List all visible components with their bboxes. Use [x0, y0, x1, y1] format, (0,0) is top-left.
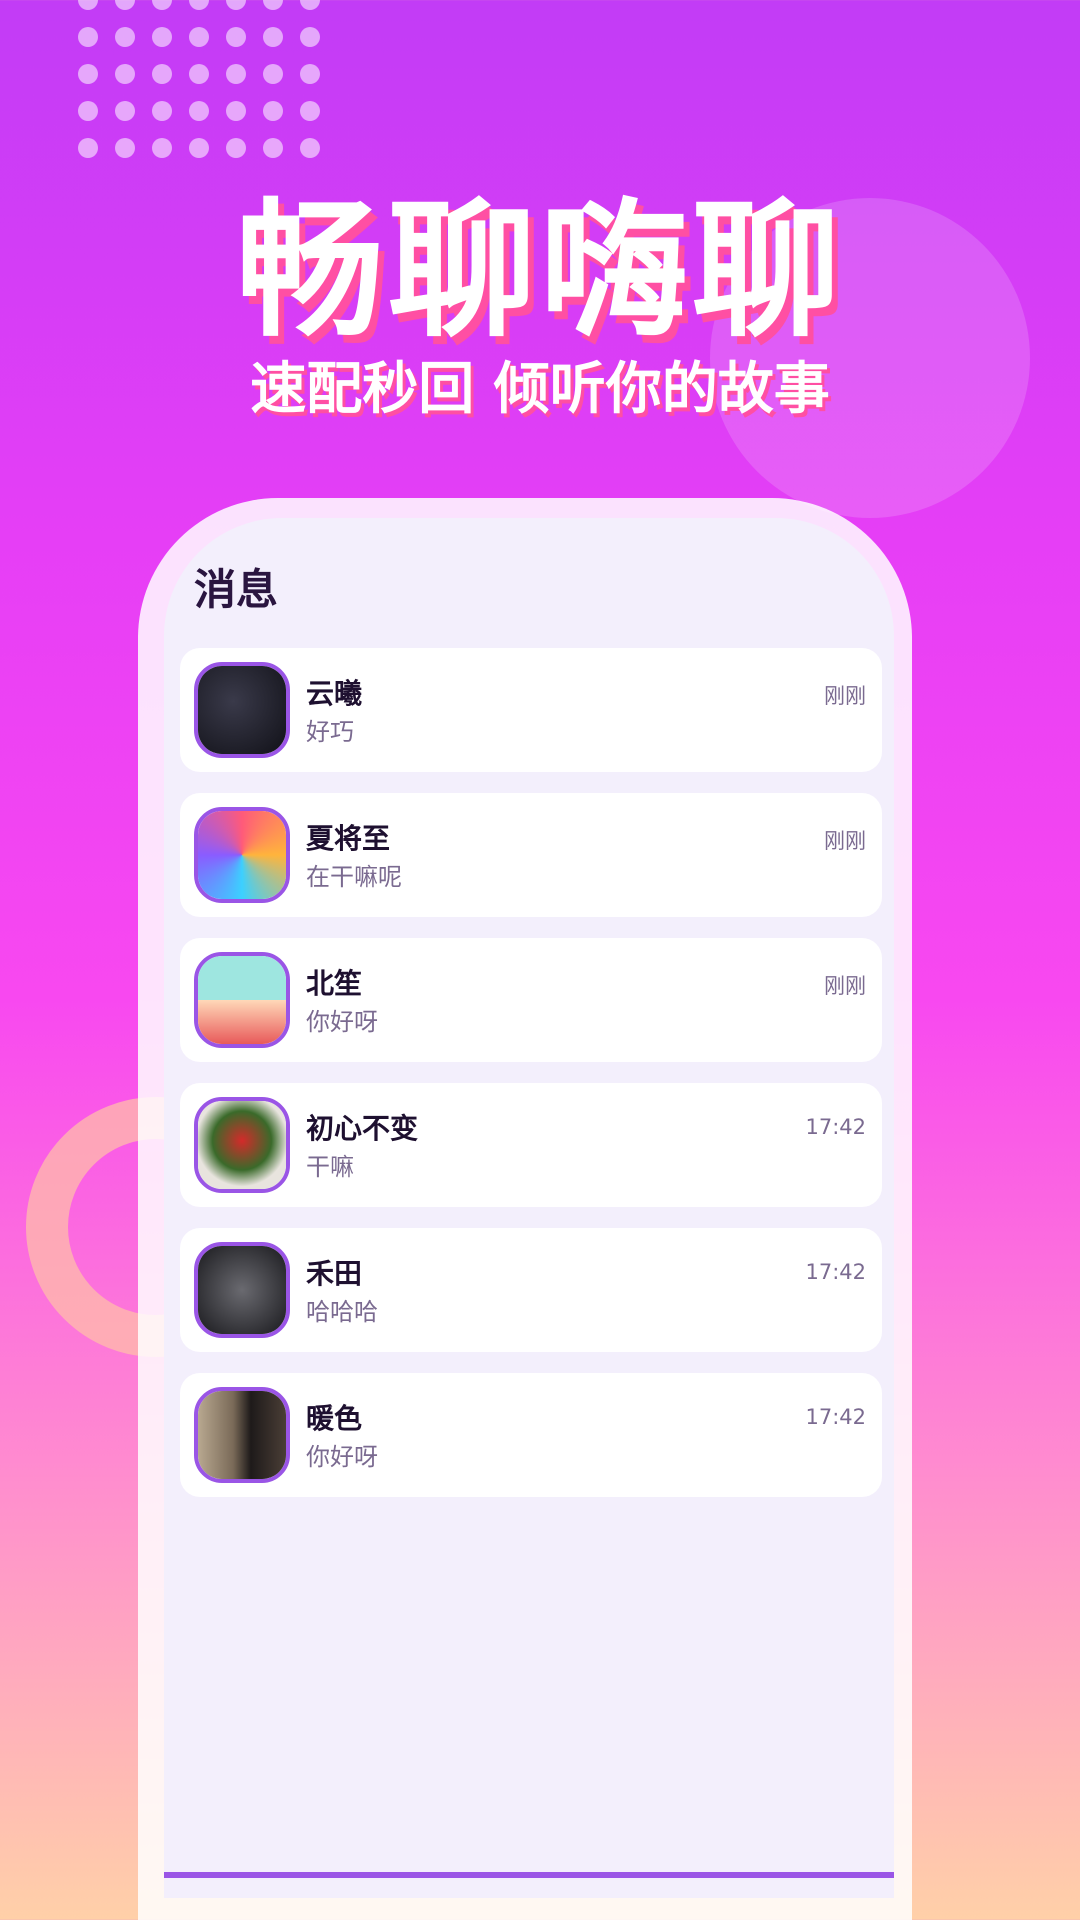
conversation-item[interactable]: 北笙 你好呀 刚刚	[180, 938, 882, 1062]
message-time: 刚刚	[824, 684, 866, 708]
contact-name: 夏将至	[306, 822, 391, 855]
contact-name: 北笙	[306, 967, 363, 1000]
last-message: 好巧	[306, 718, 354, 746]
headline: 畅聊嗨聊	[236, 185, 844, 357]
message-time: 17:42	[805, 1260, 866, 1284]
message-time: 17:42	[805, 1405, 866, 1429]
last-message: 你好呀	[306, 1008, 378, 1036]
decorative-dot-grid	[78, 0, 320, 158]
conversation-item[interactable]: 暖色 你好呀 17:42	[180, 1373, 882, 1497]
contact-name: 云曦	[306, 677, 363, 710]
avatar	[194, 1387, 290, 1483]
avatar	[194, 952, 290, 1048]
conversation-item[interactable]: 禾田 哈哈哈 17:42	[180, 1228, 882, 1352]
last-message: 你好呀	[306, 1443, 378, 1471]
conversation-item[interactable]: 云曦 好巧 刚刚	[180, 648, 882, 772]
avatar	[194, 807, 290, 903]
page-title: 消息	[194, 565, 279, 614]
avatar	[194, 662, 290, 758]
conversation-item[interactable]: 初心不变 干嘛 17:42	[180, 1083, 882, 1207]
message-time: 刚刚	[824, 829, 866, 853]
contact-name: 禾田	[306, 1257, 363, 1290]
contact-name: 初心不变	[306, 1112, 419, 1145]
message-time: 17:42	[805, 1115, 866, 1139]
avatar	[194, 1242, 290, 1338]
conversation-item[interactable]: 夏将至 在干嘛呢 刚刚	[180, 793, 882, 917]
last-message: 干嘛	[306, 1153, 354, 1181]
contact-name: 暖色	[306, 1402, 363, 1435]
subheadline: 速配秒回 倾听你的故事	[250, 357, 830, 422]
last-message: 哈哈哈	[306, 1298, 378, 1326]
conversation-list: 云曦 好巧 刚刚 夏将至 在干嘛呢 刚刚 北笙 你好呀 刚刚 初心不变 干嘛 1…	[180, 648, 882, 1518]
avatar	[194, 1097, 290, 1193]
last-message: 在干嘛呢	[306, 863, 402, 891]
tab-bar-edge	[164, 1872, 894, 1878]
phone-screen: 消息 云曦 好巧 刚刚 夏将至 在干嘛呢 刚刚 北笙 你好呀 刚刚 初心不变 干…	[164, 518, 894, 1898]
message-time: 刚刚	[824, 974, 866, 998]
